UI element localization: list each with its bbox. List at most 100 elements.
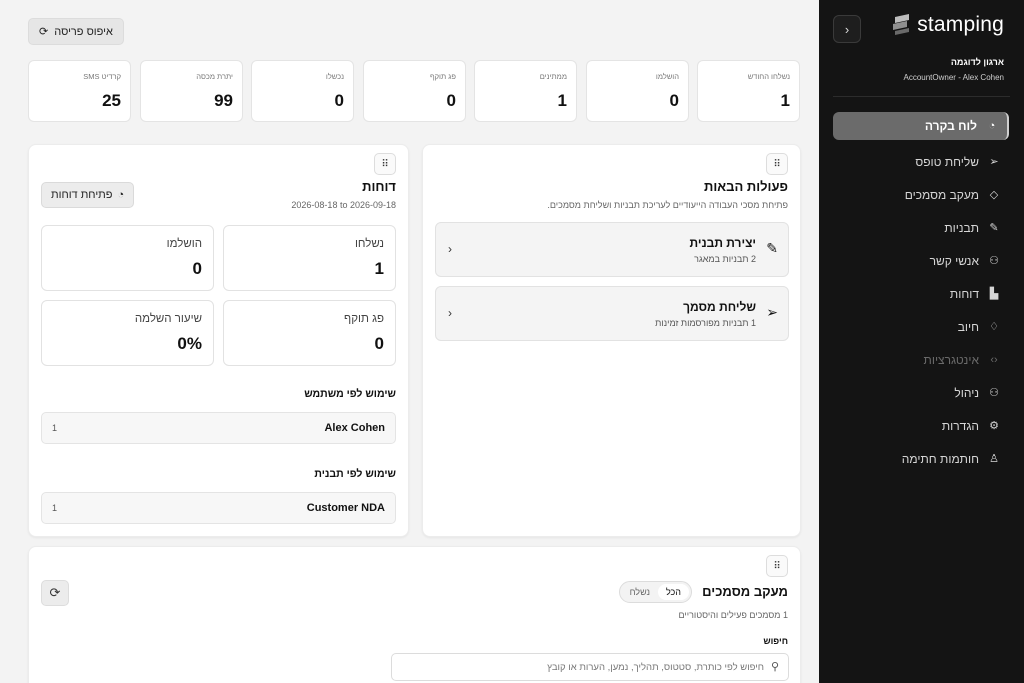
stat-label: הושלמו	[655, 72, 679, 81]
brand-logo: stamping	[891, 13, 1004, 37]
stat-value: 0	[446, 91, 456, 110]
sidebar-item-label: חיוב	[957, 319, 979, 334]
document-tracking-title: מעקב מסמכים	[702, 584, 788, 599]
gauge-icon: ◔	[117, 189, 125, 201]
sidebar-item-label: אנשי קשר	[929, 253, 979, 268]
sidebar-item-label: דוחות	[949, 286, 979, 301]
refresh-icon: ⟳	[39, 26, 49, 38]
chevron-left-icon: ›	[448, 306, 452, 320]
usage-by-template-title: שימוש לפי תבנית	[314, 468, 396, 480]
action-subtitle: 1 תבניות מפורסמות זמינות	[655, 318, 756, 328]
drag-handle-icon[interactable]: ⠿	[766, 153, 788, 175]
sidebar-item-integrations: ‹› אינטגרציות	[833, 343, 1009, 376]
metric-value: 0	[192, 259, 202, 278]
brand-name: stamping	[917, 13, 1004, 36]
action-title: שליחת מסמך	[683, 300, 756, 314]
report-metric: פג תוקף 0	[223, 300, 396, 366]
document-tracking-subtitle: 1 מסמכים פעילים והיסטוריים	[678, 610, 789, 620]
create-template-action[interactable]: ✎ יצירת תבנית 2 תבניות במאגר ›	[435, 222, 789, 277]
reports-title: דוחות	[362, 179, 396, 194]
report-metric: שיעור השלמה 0%	[41, 300, 214, 366]
drag-handle-icon[interactable]: ⠿	[766, 555, 788, 577]
metric-label: הושלמו	[166, 238, 202, 250]
stamp-icon: ♙	[989, 453, 999, 465]
status-filter-toggle: הכל נשלח	[618, 581, 692, 603]
sidebar-item-label: ניהול	[954, 385, 979, 400]
sidebar-item-settings[interactable]: ⚙ הגדרות	[833, 409, 1009, 442]
metric-value: 0	[374, 334, 384, 353]
drag-handle-icon[interactable]: ⠿	[374, 153, 396, 175]
stamping-logo-icon	[893, 14, 910, 35]
bell-icon: ♢	[989, 321, 999, 333]
metric-label: פג תוקף	[344, 313, 384, 325]
metric-value: 1	[374, 259, 384, 278]
stat-label: נכשלו	[325, 72, 344, 81]
stat-label: פג תוקף	[429, 72, 456, 81]
bar-chart-icon: ▙	[989, 288, 999, 300]
chevron-left-icon: ›	[448, 242, 452, 256]
sidebar-item-send-form[interactable]: ➢ שליחת טופס	[833, 145, 1009, 178]
document-tracking-card: ⠿ מעקב מסמכים הכל נשלח 1 מסמכים פעילים ו…	[28, 546, 801, 683]
next-actions-title: פעולות הבאות	[704, 179, 788, 194]
stat-card: יתרת מכסה 99	[140, 60, 243, 122]
sidebar-item-label: לוח בקרה	[924, 119, 977, 133]
sidebar-item-document-tracking[interactable]: ◇ מעקב מסמכים	[833, 178, 1009, 211]
stat-value: 99	[214, 91, 233, 110]
sidebar-item-dashboard[interactable]: ◔ לוח בקרה	[833, 112, 1009, 140]
action-subtitle: 2 תבניות במאגר	[694, 254, 756, 264]
sidebar-item-management[interactable]: ⚇ ניהול	[833, 376, 1009, 409]
sidebar-item-label: הגדרות	[941, 418, 979, 433]
send-icon: ➢	[766, 304, 778, 320]
stat-label: נשלחו החודש	[747, 72, 790, 81]
refresh-button[interactable]: ⟳	[41, 580, 69, 606]
search-placeholder: חיפוש לפי כותרת, סטטוס, תהליך, נמען, הער…	[547, 662, 764, 673]
metric-value: 0%	[177, 334, 202, 353]
stat-card: נשלחו החודש 1	[697, 60, 800, 122]
sidebar-item-contacts[interactable]: ⚇ אנשי קשר	[833, 244, 1009, 277]
reports-date-range: 2026-08-18 to 2026-09-18	[291, 200, 396, 210]
reset-layout-label: איפוס פריסה	[54, 25, 113, 38]
filter-all-tab[interactable]: הכל	[657, 584, 689, 600]
gauge-icon: ◔	[988, 120, 996, 132]
org-role: AccountOwner - Alex Cohen	[903, 73, 1005, 82]
usage-by-user-title: שימוש לפי משתמש	[304, 388, 396, 400]
send-icon: ➢	[989, 156, 999, 168]
gear-icon: ⚙	[989, 420, 999, 432]
stat-card: קרדיט SMS 25	[28, 60, 131, 122]
open-reports-button[interactable]: פתיחת דוחות ◔	[41, 182, 135, 208]
sidebar-item-billing[interactable]: ♢ חיוב	[833, 310, 1009, 343]
usage-row: Customer NDA 1	[41, 492, 396, 524]
code-icon: ‹›	[990, 353, 998, 366]
action-title: יצירת תבנית	[689, 236, 756, 250]
usage-user-name: Alex Cohen	[324, 422, 385, 434]
report-metric: נשלחו 1	[223, 225, 396, 291]
metric-label: נשלחו	[354, 238, 384, 250]
sidebar-collapse-button[interactable]: ›	[833, 15, 861, 43]
stat-label: קרדיט SMS	[83, 72, 121, 81]
pencil-icon: ✎	[989, 222, 999, 234]
search-icon: ⚲	[770, 661, 779, 673]
search-input[interactable]: ⚲ חיפוש לפי כותרת, סטטוס, תהליך, נמען, ה…	[391, 653, 789, 681]
sidebar-item-signature-stamps[interactable]: ♙ חותמות חתימה	[833, 442, 1009, 475]
sidebar-item-templates[interactable]: ✎ תבניות	[833, 211, 1009, 244]
sidebar-item-label: שליחת טופס	[915, 154, 979, 169]
divider	[833, 96, 1010, 97]
sidebar-item-reports[interactable]: ▙ דוחות	[833, 277, 1009, 310]
filter-sent-tab[interactable]: נשלח	[622, 584, 658, 600]
next-actions-card: ⠿ פעולות הבאות פתיחת מסכי העבודה הייעודי…	[422, 144, 801, 537]
org-name: ארגון לדוגמה	[950, 57, 1004, 67]
diamond-icon: ◇	[989, 189, 999, 201]
reset-layout-button[interactable]: ⟳ איפוס פריסה	[28, 18, 124, 45]
sidebar-item-label: חותמות חתימה	[901, 451, 979, 466]
sidebar: › stamping ארגון לדוגמה AccountOwner - A…	[819, 0, 1024, 683]
sidebar-item-label: מעקב מסמכים	[904, 187, 979, 202]
usage-count: 1	[52, 423, 58, 433]
stat-value: 25	[102, 91, 121, 110]
stat-value: 0	[334, 91, 344, 110]
stat-value: 1	[780, 91, 790, 110]
sidebar-nav: ◔ לוח בקרה ➢ שליחת טופס ◇ מעקב מסמכים ✎ …	[833, 112, 1009, 475]
stat-value: 1	[557, 91, 567, 110]
refresh-icon: ⟳	[49, 585, 61, 600]
send-document-action[interactable]: ➢ שליחת מסמך 1 תבניות מפורסמות זמינות ›	[435, 286, 789, 341]
stat-value: 0	[669, 91, 679, 110]
